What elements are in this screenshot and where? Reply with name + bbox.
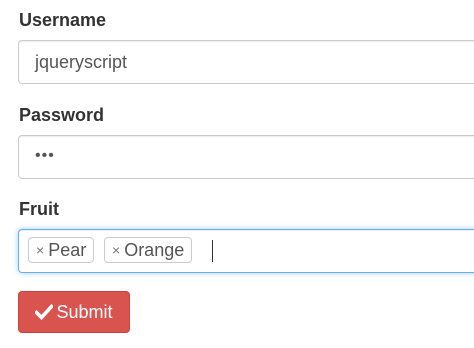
username-field[interactable]: jqueryscript	[18, 40, 474, 84]
tag-remove-icon[interactable]: ×	[36, 243, 44, 257]
checkmark-icon	[35, 303, 54, 321]
submit-label: Submit	[56, 302, 113, 322]
tag-pear: × Pear	[28, 237, 95, 263]
tag-orange: × Orange	[104, 237, 193, 263]
tag-remove-icon[interactable]: ×	[112, 243, 120, 257]
username-label: Username	[19, 10, 107, 30]
username-value: jqueryscript	[35, 52, 128, 72]
submit-button[interactable]: Submit	[18, 291, 130, 333]
password-label: Password	[19, 105, 105, 125]
text-cursor	[212, 240, 213, 262]
password-value: •••	[35, 147, 55, 164]
fruit-tags-input[interactable]: × Pear × Orange	[18, 229, 474, 273]
password-field[interactable]: •••	[18, 135, 474, 179]
tag-label: Pear	[48, 240, 87, 260]
fruit-label: Fruit	[19, 199, 59, 219]
login-form: Username jqueryscript Password ••• Fruit…	[0, 0, 474, 348]
tag-label: Orange	[124, 240, 185, 260]
